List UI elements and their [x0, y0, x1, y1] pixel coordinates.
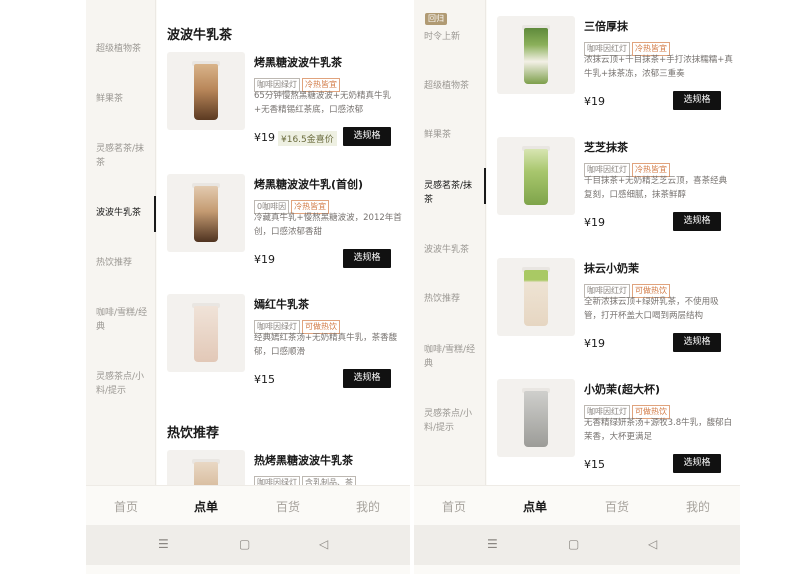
caffeine-tag: 咖啡因绿灯 [254, 476, 300, 485]
product-description: 浓抹云顶+千目抹茶+手打浓抹糯糯+真牛乳+抹茶冻，浓郁三重奏 [584, 55, 733, 79]
select-spec-button[interactable]: 选规格 [673, 333, 721, 352]
sidebar-item-coffee-icecream[interactable]: 咖啡/雪糕/经典 [96, 306, 150, 334]
product-card[interactable]: 嫣红牛乳茶 咖啡因绿灯 可做热饮 经典嫣红茶汤+无奶精真牛乳，茶香馥郁，口感顺滑 … [157, 294, 410, 406]
tab-order[interactable]: 点单 [194, 498, 218, 515]
tab-order[interactable]: 点单 [523, 498, 547, 515]
product-price: ¥15 [584, 458, 605, 471]
product-description: 无香精绿妍茶汤+源牧3.8牛乳，馥郁白茉香，大杯更满足 [584, 418, 733, 442]
product-list: 波波牛乳茶 烤黑糖波波牛乳茶 咖啡因绿灯 冷热皆宜 65分钟慢熬黑糖波波+无奶精真… [157, 0, 410, 485]
system-nav-bar: ☰ ▢ ◁ [86, 525, 410, 565]
product-name: 芝芝抹茶 [584, 141, 628, 154]
home-square-icon[interactable]: ▢ [568, 537, 579, 551]
product-price: ¥19 [584, 95, 605, 108]
back-triangle-icon[interactable]: ◁ [319, 537, 328, 551]
sidebar-item-fresh-fruit-tea[interactable]: 鲜果茶 [96, 92, 150, 106]
sidebar-item-matcha[interactable]: 灵感茗茶/抹茶 [424, 179, 478, 207]
product-image [497, 258, 575, 336]
product-image [497, 137, 575, 215]
product-image [167, 450, 245, 485]
sidebar-item-seasonal-new[interactable]: 时令上新 [424, 30, 478, 44]
product-description: 经典嫣红茶汤+无奶精真牛乳，茶香馥郁，口感顺滑 [254, 333, 398, 357]
bottom-tab-bar: 首页 点单 百货 我的 [414, 485, 740, 525]
product-card[interactable]: 小奶茉(超大杯) 咖啡因红灯 可做热饮 无香精绿妍茶汤+源牧3.8牛乳，馥郁白茉香… [487, 379, 740, 485]
product-card[interactable]: 烤黑糖波波牛乳(首创) 0咖啡因 冷热皆宜 冷藏真牛乳+慢熬黑糖波波，2012年首… [157, 174, 410, 286]
menu-icon[interactable]: ☰ [487, 537, 498, 551]
product-description: 65分钟慢熬黑糖波波+无奶精真牛乳+无香精锡红茶底，口感浓郁 [254, 91, 391, 115]
product-card[interactable]: 热烤黑糖波波牛乳茶 咖啡因绿灯 含乳制品、茶 [157, 450, 410, 485]
active-category-indicator [154, 196, 156, 232]
product-image [167, 294, 245, 372]
product-name: 小奶茉(超大杯) [584, 383, 661, 396]
right-phone-screen: 回归 时令上新 超级植物茶 鲜果茶 灵感茗茶/抹茶 波波牛乳茶 热饮推荐 咖啡/… [414, 0, 740, 574]
product-description: 冷藏真牛乳+慢熬黑糖波波，2012年首创，口感浓郁香甜 [254, 213, 402, 237]
product-image [167, 52, 245, 130]
tab-store[interactable]: 百货 [605, 498, 629, 515]
product-card[interactable]: 抹云小奶茉 咖啡因红灯 可做热饮 全新浓抹云顶+绿妍乳茶，不使用吸管，打开杯盖大口… [487, 258, 740, 370]
product-card[interactable]: 芝芝抹茶 咖啡因红灯 冷热皆宜 千目抹茶+无奶精芝芝云顶，喜茶经典复刻，口感细腻，… [487, 137, 740, 249]
sidebar-item-boba-milk-tea[interactable]: 波波牛乳茶 [96, 206, 150, 220]
tab-store[interactable]: 百货 [276, 498, 300, 515]
sidebar-item-boba-milk-tea[interactable]: 波波牛乳茶 [424, 243, 478, 257]
active-category-indicator [484, 168, 486, 204]
menu-icon[interactable]: ☰ [158, 537, 169, 551]
home-square-icon[interactable]: ▢ [239, 537, 250, 551]
product-card[interactable]: 烤黑糖波波牛乳茶 咖啡因绿灯 冷热皆宜 65分钟慢熬黑糖波波+无奶精真牛乳+无香精… [157, 52, 410, 164]
tab-mine[interactable]: 我的 [686, 498, 710, 515]
sidebar-item-snacks-toppings[interactable]: 灵感茶点/小料/提示 [96, 370, 150, 398]
tab-home[interactable]: 首页 [442, 498, 466, 515]
sidebar-item-coffee-icecream[interactable]: 咖啡/雪糕/经典 [424, 343, 478, 371]
product-image [497, 16, 575, 94]
product-name: 热烤黑糖波波牛乳茶 [254, 454, 353, 467]
select-spec-button[interactable]: 选规格 [673, 212, 721, 231]
sidebar-item-hot-drinks[interactable]: 热饮推荐 [96, 256, 150, 270]
select-spec-button[interactable]: 选规格 [343, 369, 391, 388]
system-nav-bar: ☰ ▢ ◁ [414, 525, 740, 565]
tab-home[interactable]: 首页 [114, 498, 138, 515]
product-description: 全新浓抹云顶+绿妍乳茶，不使用吸管，打开杯盖大口喝到两层结构 [584, 297, 719, 321]
product-description: 千目抹茶+无奶精芝芝云顶，喜茶经典复刻，口感细腻，抹茶鲜醇 [584, 176, 728, 200]
select-spec-button[interactable]: 选规格 [673, 454, 721, 473]
select-spec-button[interactable]: 选规格 [343, 249, 391, 268]
category-sidebar: 回归 时令上新 超级植物茶 鲜果茶 灵感茗茶/抹茶 波波牛乳茶 热饮推荐 咖啡/… [414, 0, 486, 485]
product-name: 抹云小奶茉 [584, 262, 639, 275]
sidebar-item-super-plant-tea[interactable]: 超级植物茶 [424, 79, 478, 93]
return-badge: 回归 [425, 13, 447, 25]
bottom-tab-bar: 首页 点单 百货 我的 [86, 485, 410, 525]
member-price-badge: ¥16.5金喜价 [278, 131, 337, 146]
sidebar-item-fresh-fruit-tea[interactable]: 鲜果茶 [424, 128, 478, 142]
product-list: 三倍厚抹 咖啡因红灯 冷热皆宜 浓抹云顶+千目抹茶+手打浓抹糯糯+真牛乳+抹茶冻，… [487, 0, 740, 485]
product-name: 三倍厚抹 [584, 20, 628, 33]
sidebar-item-snacks-toppings[interactable]: 灵感茶点/小料/提示 [424, 407, 478, 435]
tab-mine[interactable]: 我的 [356, 498, 380, 515]
select-spec-button[interactable]: 选规格 [673, 91, 721, 110]
product-name: 烤黑糖波波牛乳茶 [254, 56, 342, 69]
product-price: ¥15 [254, 373, 275, 386]
product-image [497, 379, 575, 457]
product-price: ¥19 [584, 216, 605, 229]
back-triangle-icon[interactable]: ◁ [648, 537, 657, 551]
product-card[interactable]: 三倍厚抹 咖啡因红灯 冷热皆宜 浓抹云顶+千目抹茶+手打浓抹糯糯+真牛乳+抹茶冻，… [487, 16, 740, 128]
sidebar-item-matcha[interactable]: 灵感茗茶/抹茶 [96, 142, 150, 170]
product-price: ¥19 [584, 337, 605, 350]
product-image [167, 174, 245, 252]
left-phone-screen: 超级植物茶 鲜果茶 灵感茗茶/抹茶 波波牛乳茶 热饮推荐 咖啡/雪糕/经典 灵感… [86, 0, 410, 574]
section-title-hot-drinks: 热饮推荐 [167, 426, 220, 441]
product-price: ¥19 [254, 253, 275, 266]
section-title: 波波牛乳茶 [167, 28, 233, 43]
select-spec-button[interactable]: 选规格 [343, 127, 391, 146]
ingredient-tag: 含乳制品、茶 [302, 476, 356, 485]
product-name: 烤黑糖波波牛乳(首创) [254, 178, 364, 191]
sidebar-item-super-plant-tea[interactable]: 超级植物茶 [96, 42, 150, 56]
product-price: ¥19 [254, 131, 275, 144]
product-name: 嫣红牛乳茶 [254, 298, 309, 311]
category-sidebar: 超级植物茶 鲜果茶 灵感茗茶/抹茶 波波牛乳茶 热饮推荐 咖啡/雪糕/经典 灵感… [86, 0, 156, 485]
sidebar-item-hot-drinks[interactable]: 热饮推荐 [424, 292, 478, 306]
